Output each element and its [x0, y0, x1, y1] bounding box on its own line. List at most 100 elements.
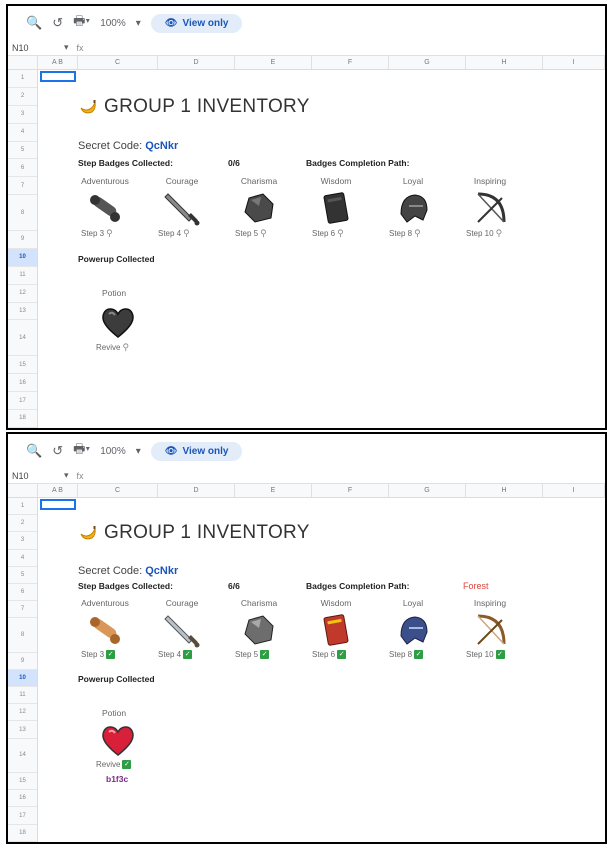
- row-header[interactable]: 18: [8, 825, 37, 842]
- badge-step: Step 8 ✓: [389, 650, 424, 659]
- print-icon[interactable]: 🖶▾: [73, 440, 90, 462]
- pin-icon: ⚲: [414, 228, 421, 238]
- check-icon: ✓: [260, 650, 270, 659]
- chevron-down-icon[interactable]: ▾: [64, 42, 69, 53]
- column-header[interactable]: I: [543, 484, 605, 497]
- row-header[interactable]: 7: [8, 177, 37, 196]
- row-header[interactable]: 5: [8, 567, 37, 584]
- zoom-select[interactable]: 100%: [100, 446, 126, 457]
- undo-icon[interactable]: ↺: [52, 15, 63, 31]
- cell-reference[interactable]: N10: [8, 471, 64, 481]
- chevron-down-icon[interactable]: ▾: [136, 18, 141, 29]
- helmet-icon: [400, 616, 428, 645]
- row-header[interactable]: 14: [8, 739, 37, 774]
- fx-label: fx: [76, 470, 84, 481]
- scroll-icon: [90, 617, 120, 644]
- row-header[interactable]: 9: [8, 653, 37, 670]
- row-header[interactable]: 6: [8, 584, 37, 602]
- row-header[interactable]: 12: [8, 704, 37, 722]
- row-header[interactable]: 15: [8, 356, 37, 375]
- cell-reference[interactable]: N10: [8, 43, 64, 53]
- check-icon: ✓: [414, 650, 424, 659]
- corner-cell[interactable]: [8, 484, 38, 497]
- path-result: Forest: [463, 581, 489, 591]
- column-header[interactable]: H: [466, 56, 543, 69]
- row-header[interactable]: 15: [8, 773, 37, 791]
- row-header[interactable]: 11: [8, 267, 37, 285]
- row-header[interactable]: 17: [8, 807, 37, 825]
- column-header[interactable]: A B: [38, 484, 78, 497]
- row-header[interactable]: 17: [8, 392, 37, 410]
- row-header[interactable]: 3: [8, 106, 37, 124]
- row-header[interactable]: 2: [8, 515, 37, 533]
- row-header[interactable]: 18: [8, 410, 37, 428]
- row-header[interactable]: 10: [8, 248, 37, 267]
- row-header[interactable]: 13: [8, 721, 37, 739]
- column-header[interactable]: C: [78, 56, 158, 69]
- column-header[interactable]: G: [389, 484, 466, 497]
- badge-name: Courage: [165, 176, 199, 186]
- chevron-down-icon[interactable]: ▾: [64, 470, 69, 481]
- column-header[interactable]: D: [158, 484, 235, 497]
- row-header[interactable]: 9: [8, 231, 37, 249]
- search-icon[interactable]: 🔍: [26, 443, 42, 459]
- column-header[interactable]: E: [235, 56, 312, 69]
- row-headers: 1 2 3 4 5 6 7 8 9 10 11 12 13 14 15 16 17 18: [8, 498, 38, 842]
- row-header[interactable]: 1: [8, 70, 37, 88]
- row-header[interactable]: 10: [8, 669, 37, 688]
- row-header[interactable]: 8: [8, 618, 37, 653]
- column-header[interactable]: C: [78, 484, 158, 497]
- row-header[interactable]: 8: [8, 195, 37, 232]
- secret-code-row: Secret Code: QcNkr: [78, 140, 179, 152]
- row-header[interactable]: 1: [8, 498, 37, 516]
- undo-icon[interactable]: ↺: [52, 443, 63, 459]
- column-header[interactable]: F: [312, 56, 389, 69]
- inventory-content: GROUP 1 INVENTORY Secret Code: QcNkr Step…: [38, 498, 605, 842]
- check-icon: ✓: [106, 650, 116, 659]
- row-header[interactable]: 2: [8, 88, 37, 106]
- potion-code: b1f3c: [106, 774, 129, 784]
- badge-name: Adventurous: [81, 176, 129, 186]
- badge-name: Inspiring: [473, 598, 507, 608]
- column-header[interactable]: I: [543, 56, 605, 69]
- column-header[interactable]: G: [389, 56, 466, 69]
- column-header[interactable]: F: [312, 484, 389, 497]
- row-header[interactable]: 14: [8, 320, 37, 357]
- row-header[interactable]: 12: [8, 285, 37, 303]
- column-header[interactable]: A B: [38, 56, 78, 69]
- badge-name: Courage: [165, 598, 199, 608]
- chevron-down-icon[interactable]: ▾: [136, 446, 141, 457]
- row-header[interactable]: 11: [8, 687, 37, 705]
- badge-name: Adventurous: [81, 598, 129, 608]
- inventory-title: GROUP 1 INVENTORY: [78, 96, 310, 118]
- column-header[interactable]: H: [466, 484, 543, 497]
- bow-icon: [477, 614, 506, 645]
- sheet-grid: 1 2 3 4 5 6 7 8 9 10 11 12 13 14 15 16 17 18 GROUP 1 INVE…: [8, 498, 605, 842]
- row-header[interactable]: 5: [8, 142, 37, 160]
- inventory-title: GROUP 1 INVENTORY: [78, 522, 310, 544]
- check-icon: ✓: [337, 650, 347, 659]
- secret-code: QcNkr: [145, 565, 179, 577]
- row-header[interactable]: 16: [8, 374, 37, 393]
- column-header[interactable]: E: [235, 484, 312, 497]
- search-icon[interactable]: 🔍: [26, 15, 42, 31]
- column-header[interactable]: D: [158, 56, 235, 69]
- row-header[interactable]: 16: [8, 790, 37, 808]
- view-only-button[interactable]: 👁 View only: [150, 441, 243, 461]
- sheet-grid: 1 2 3 4 5 6 7 8 9 10 11 12 13 14 15 16 17 18 GROUP 1 INVE…: [8, 70, 605, 428]
- row-header[interactable]: 7: [8, 601, 37, 619]
- banana-icon: [80, 526, 96, 540]
- row-header[interactable]: 13: [8, 303, 37, 321]
- corner-cell[interactable]: [8, 56, 38, 69]
- check-icon: ✓: [183, 650, 193, 659]
- badges-path-label: Badges Completion Path:: [306, 158, 410, 168]
- view-only-button[interactable]: 👁 View only: [150, 13, 243, 33]
- print-icon[interactable]: 🖶▾: [73, 12, 90, 34]
- fx-label: fx: [76, 42, 84, 53]
- row-header[interactable]: 3: [8, 532, 37, 550]
- eye-icon: 👁: [164, 17, 178, 29]
- zoom-select[interactable]: 100%: [100, 18, 126, 29]
- row-header[interactable]: 4: [8, 124, 37, 142]
- row-header[interactable]: 6: [8, 159, 37, 178]
- row-header[interactable]: 4: [8, 550, 37, 567]
